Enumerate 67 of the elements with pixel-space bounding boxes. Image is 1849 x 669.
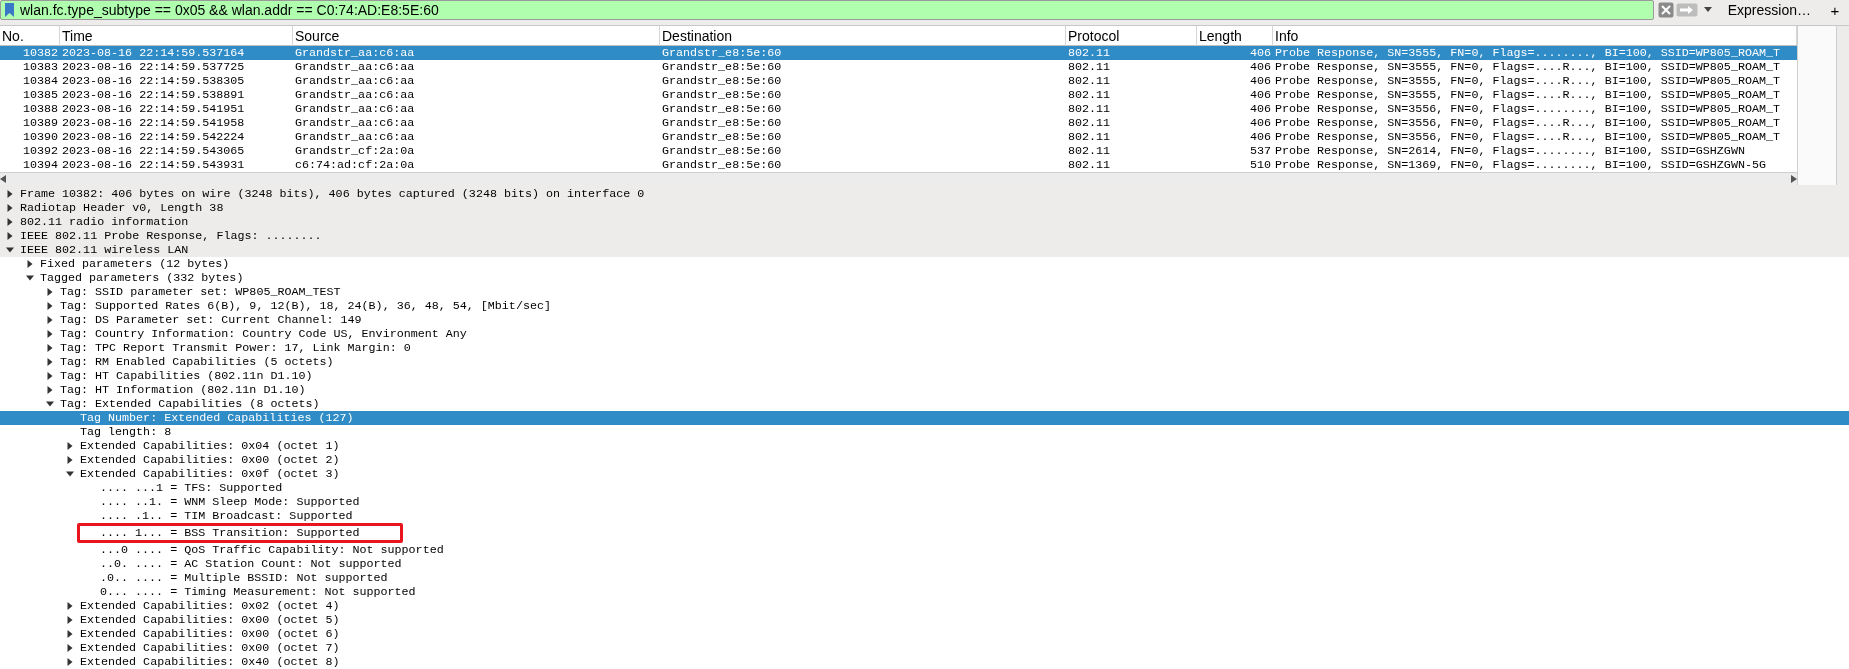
packet-cell[interactable]: Grandstr_e8:5e:60 — [660, 46, 1066, 60]
tree-label: Extended Capabilities: 0x04 (octet 1) — [80, 439, 340, 453]
tree-label: Tag length: 8 — [80, 425, 172, 439]
tree-row[interactable]: Radiotap Header v0, Length 38 — [0, 201, 1849, 215]
tree-label: Extended Capabilities: 0x00 (octet 7) — [80, 641, 340, 655]
tree-label: IEEE 802.11 Probe Response, Flags: ........ — [20, 229, 322, 243]
tree-label: Extended Capabilities: 0x0f (octet 3) — [80, 467, 340, 481]
tree-label: Extended Capabilities: 0x02 (octet 4) — [80, 599, 340, 613]
tree-label: Tag: HT Information (802.11n D1.10) — [60, 383, 306, 397]
tree-label: .... ..1. = WNM Sleep Mode: Supported — [100, 495, 360, 509]
tree-label: Tag: RM Enabled Capabilities (5 octets) — [60, 355, 334, 369]
bookmark-icon[interactable] — [5, 3, 14, 17]
tree-row[interactable]: IEEE 802.11 wireless LAN — [0, 243, 1849, 257]
tree-row[interactable]: Frame 10382: 406 bytes on wire (3248 bits), 406 bytes captured (3248 bits) on interface 0 — [0, 187, 1849, 201]
column-header[interactable]: Time — [60, 26, 293, 46]
vertical-scrollbar[interactable] — [1797, 26, 1837, 185]
tree-label: Tag: SSID parameter set: WP805_ROAM_TEST — [60, 285, 341, 299]
tree-label: ...0 .... = QoS Traffic Capability: Not supported — [100, 543, 444, 557]
tree-label: Tagged parameters (332 bytes) — [40, 271, 244, 285]
packet-cell[interactable]: Probe Response, SN=3555, FN=0, Flags=........, BI=100, SSID=WP805_ROAM_T — [1273, 46, 1797, 60]
tree-label: Tag: DS Parameter set: Current Channel: 149 — [60, 313, 362, 327]
tree-label: 802.11 radio information — [20, 215, 189, 229]
tree-label: .... ...1 = TFS: Supported — [100, 481, 283, 495]
collapse-arrow-icon[interactable] — [66, 470, 74, 478]
packet-cell[interactable]: 10382 — [0, 46, 60, 60]
tree-label: Radiotap Header v0, Length 38 — [20, 201, 224, 215]
column-header[interactable]: Protocol — [1066, 26, 1197, 46]
scroll-left-icon[interactable] — [0, 175, 6, 183]
packet-cell[interactable]: 406 — [1197, 46, 1273, 60]
packet-cell[interactable]: 2023-08-16 22:14:59.537164 — [60, 46, 293, 60]
horizontal-scrollbar[interactable] — [0, 172, 1797, 185]
tree-label: .0.. .... = Multiple BSSID: Not supported — [100, 571, 388, 585]
column-header[interactable]: Source — [293, 26, 660, 46]
filter-text: wlan.fc.type_subtype == 0x05 && wlan.addr == C0:74:AD:E8:5E:60 — [20, 2, 439, 18]
packet-cell[interactable]: 802.11 — [1066, 46, 1197, 60]
tree-label: Frame 10382: 406 bytes on wire (3248 bits), 406 bytes captured (3248 bits) on interface 0 — [20, 187, 645, 201]
column-header[interactable]: Info — [1273, 26, 1797, 46]
tree-label: Tag: Country Information: Country Code US, Environment Any — [60, 327, 467, 341]
tree-label: ..0. .... = AC Station Count: Not supported — [100, 557, 402, 571]
tree-label: Extended Capabilities: 0x00 (octet 6) — [80, 627, 340, 641]
tree-row[interactable]: IEEE 802.11 Probe Response, Flags: ........ — [0, 229, 1849, 243]
tree-label: IEEE 802.11 wireless LAN — [20, 243, 189, 257]
tree-label: .... .1.. = TIM Broadcast: Supported — [100, 509, 353, 523]
tree-label: Tag: Supported Rates 6(B), 9, 12(B), 18, 24(B), 36, 48, 54, [Mbit/sec] — [60, 299, 551, 313]
column-header[interactable]: Length — [1197, 26, 1273, 46]
column-header[interactable]: No. — [0, 26, 60, 46]
tree-row[interactable]: Tag Number: Extended Capabilities (127) — [0, 411, 1849, 425]
collapse-arrow-icon[interactable] — [26, 274, 34, 282]
expand-arrow-icon[interactable] — [26, 260, 34, 268]
tree-label: Extended Capabilities: 0x00 (octet 5) — [80, 613, 340, 627]
tree-label: Extended Capabilities: 0x40 (octet 8) — [80, 655, 340, 669]
tree-label: Extended Capabilities: 0x00 (octet 2) — [80, 453, 340, 467]
tree-label: .... 1... = BSS Transition: Supported — [100, 526, 360, 540]
tree-label: Tag: Extended Capabilities (8 octets) — [60, 397, 320, 411]
dropdown-caret-icon[interactable] — [1703, 7, 1712, 13]
tree-label: Tag Number: Extended Capabilities (127) — [80, 411, 354, 425]
tree-label: Tag: TPC Report Transmit Power: 17, Link Margin: 0 — [60, 341, 411, 355]
tree-label: Tag: HT Capabilities (802.11n D1.10) — [60, 369, 313, 383]
tree-label: Fixed parameters (12 bytes) — [40, 257, 230, 271]
tree-row[interactable]: 802.11 radio information — [0, 215, 1849, 229]
tree-label: 0... .... = Timing Measurement: Not supported — [100, 585, 416, 599]
packet-cell[interactable]: Grandstr_aa:c6:aa — [293, 46, 660, 60]
collapse-arrow-icon[interactable] — [6, 246, 14, 254]
display-filter-field[interactable]: wlan.fc.type_subtype == 0x05 && wlan.addr == C0:74:AD:E8:5E:60 — [0, 0, 1654, 20]
collapse-arrow-icon[interactable] — [46, 400, 54, 408]
column-header[interactable]: Destination — [660, 26, 1066, 46]
clear-icon[interactable] — [1657, 2, 1674, 18]
